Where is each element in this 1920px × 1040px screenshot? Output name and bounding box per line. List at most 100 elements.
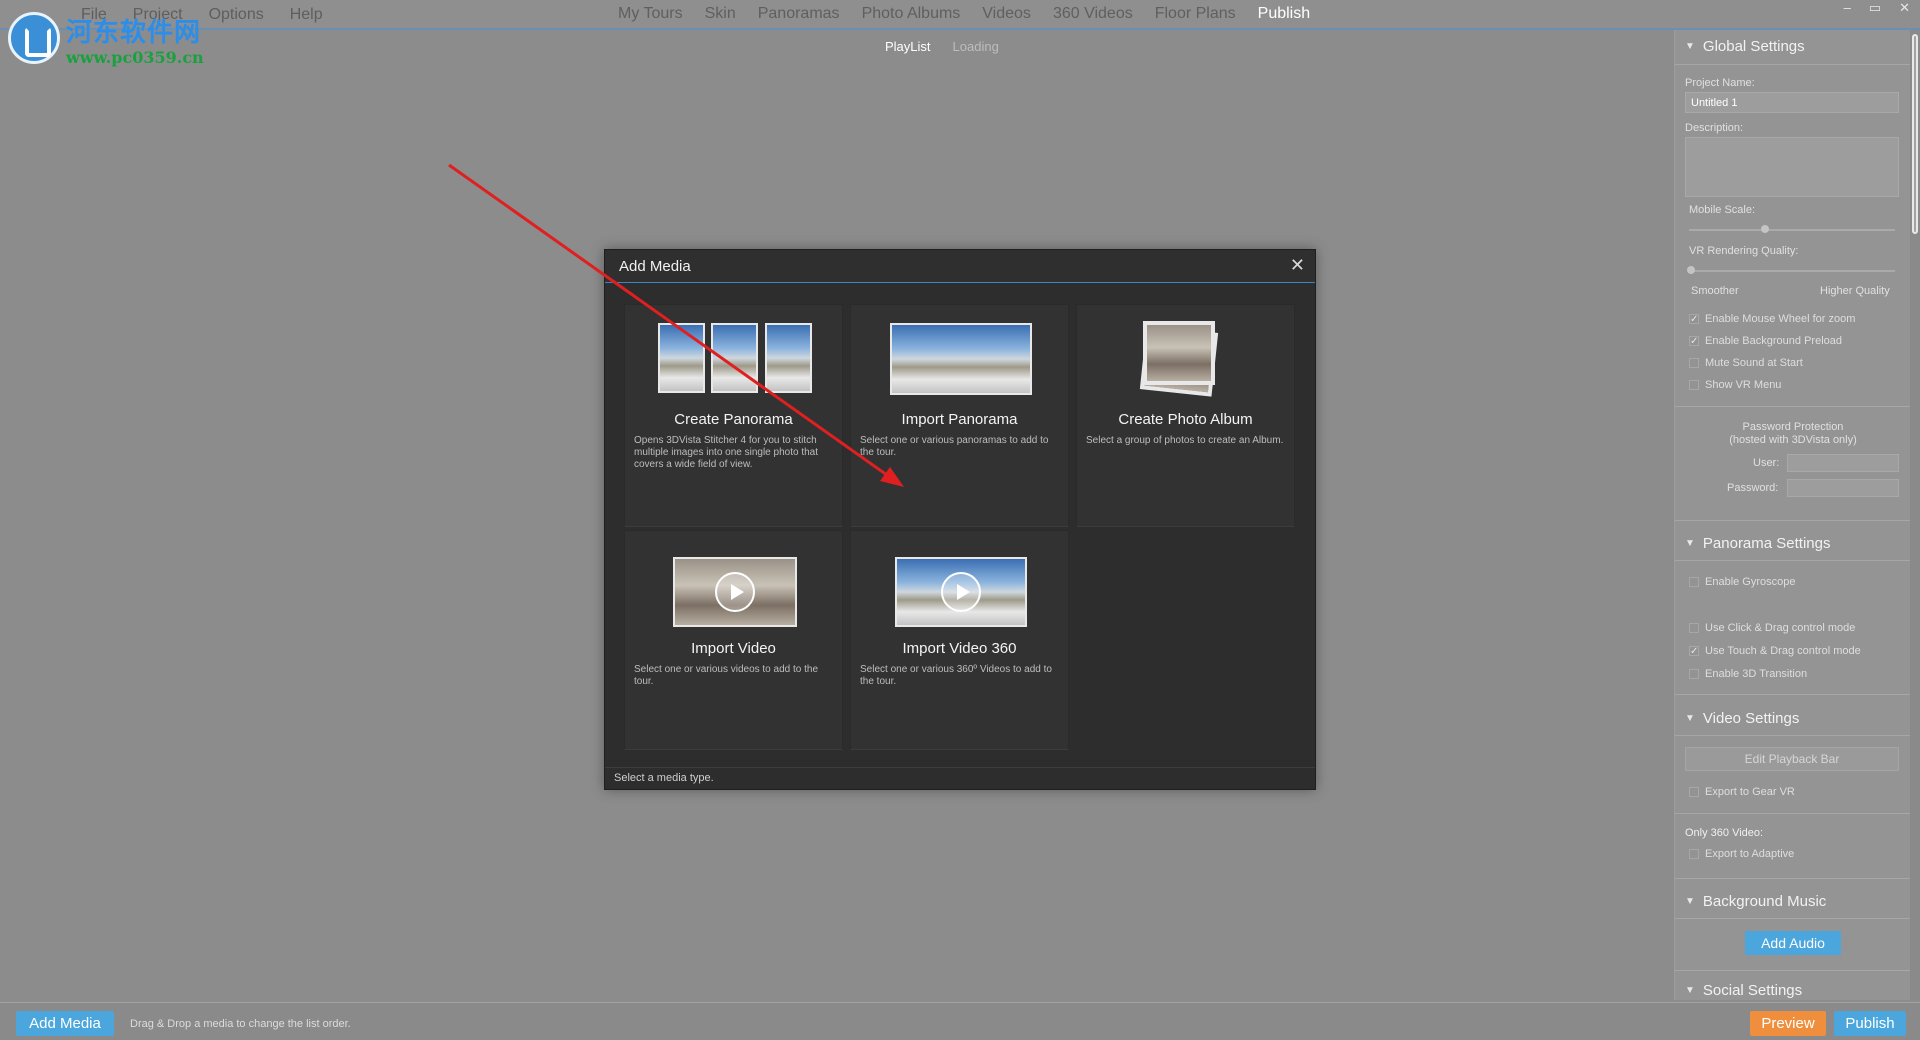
drag-drop-hint: Drag & Drop a media to change the list o…	[130, 1018, 351, 1030]
tab-photo-albums[interactable]: Photo Albums	[862, 5, 961, 23]
tile-create-panorama[interactable]: Create Panorama Opens 3DVista Stitcher 4…	[624, 304, 843, 527]
checkbox-icon[interactable]	[1689, 577, 1699, 587]
checkbox-3d-transition[interactable]: Enable 3D Transition	[1689, 668, 1807, 680]
close-window-icon[interactable]: ✕	[1899, 0, 1910, 16]
edit-playback-bar-button[interactable]: Edit Playback Bar	[1685, 747, 1899, 771]
checkbox-icon[interactable]	[1689, 849, 1699, 859]
divider	[1675, 406, 1911, 407]
checkbox-icon[interactable]	[1689, 787, 1699, 797]
checkbox-show-vr-menu[interactable]: Show VR Menu	[1689, 379, 1781, 391]
tile-title: Create Photo Album	[1118, 411, 1253, 428]
tile-title: Import Video	[691, 640, 776, 657]
minimize-icon[interactable]: –	[1844, 0, 1851, 16]
video-settings-header[interactable]: ▼ Video Settings	[1685, 710, 1799, 727]
panorama-image	[711, 323, 758, 393]
user-field[interactable]	[1787, 454, 1899, 472]
tab-publish[interactable]: Publish	[1258, 5, 1310, 23]
divider	[1675, 970, 1911, 971]
settings-panel: ▼ Global Settings Project Name: Untitled…	[1674, 30, 1911, 1000]
section-tabs: My Tours Skin Panoramas Photo Albums Vid…	[618, 5, 1310, 23]
preview-button[interactable]: Preview	[1750, 1011, 1826, 1036]
add-audio-button[interactable]: Add Audio	[1745, 931, 1841, 955]
tab-360-videos[interactable]: 360 Videos	[1053, 5, 1133, 23]
tile-create-photo-album[interactable]: Create Photo Album Select a group of pho…	[1076, 304, 1295, 527]
password-label: Password:	[1727, 482, 1779, 494]
slider-knob[interactable]	[1761, 225, 1769, 233]
tile-description: Select a group of photos to create an Al…	[1086, 435, 1284, 446]
divider	[1675, 735, 1911, 736]
divider	[1675, 560, 1911, 561]
tile-title: Import Panorama	[901, 411, 1018, 428]
checkbox-background-preload[interactable]: ✓ Enable Background Preload	[1689, 335, 1842, 347]
description-field[interactable]	[1685, 137, 1899, 197]
panorama-settings-header[interactable]: ▼ Panorama Settings	[1685, 535, 1830, 552]
only-360-label: Only 360 Video:	[1685, 827, 1764, 839]
checkbox-touch-drag[interactable]: ✓ Use Touch & Drag control mode	[1689, 645, 1861, 657]
play-360-icon	[941, 572, 981, 612]
checkbox-export-adaptive[interactable]: Export to Adaptive	[1689, 848, 1794, 860]
divider	[1675, 878, 1911, 879]
watermark-title: 河东软件网	[66, 18, 202, 48]
background-music-header[interactable]: ▼ Background Music	[1685, 893, 1826, 910]
playlist-subtabs: PlayList Loading	[885, 39, 999, 54]
dialog-title: Add Media	[619, 258, 691, 275]
checkbox-icon[interactable]	[1689, 623, 1699, 633]
watermark-logo-icon	[8, 12, 60, 64]
divider	[1675, 520, 1911, 521]
higher-quality-label: Higher Quality	[1820, 285, 1890, 297]
checkbox-click-drag[interactable]: Use Click & Drag control mode	[1689, 622, 1855, 634]
menu-help[interactable]: Help	[290, 6, 323, 24]
tab-my-tours[interactable]: My Tours	[618, 5, 683, 23]
hosted-note: (hosted with 3DVista only)	[1729, 434, 1857, 446]
tile-import-video-360[interactable]: Import Video 360 Select one or various 3…	[850, 530, 1069, 750]
slider-knob[interactable]	[1687, 266, 1695, 274]
menu-accent-line	[0, 28, 1920, 30]
checkbox-icon[interactable]: ✓	[1689, 336, 1699, 347]
play-icon	[715, 572, 755, 612]
tab-playlist[interactable]: PlayList	[885, 39, 931, 54]
scrollbar-thumb[interactable]	[1912, 34, 1918, 234]
collapse-triangle-icon: ▼	[1685, 713, 1695, 724]
settings-scrollbar[interactable]	[1910, 30, 1920, 1000]
tile-import-panorama[interactable]: Import Panorama Select one or various pa…	[850, 304, 1069, 527]
watermark-logo: 河东软件网 www.pc0359.cn	[4, 2, 204, 67]
checkbox-icon[interactable]: ✓	[1689, 646, 1699, 657]
vr-quality-slider[interactable]	[1687, 266, 1895, 274]
tile-title: Create Panorama	[674, 411, 793, 428]
tile-description: Select one or various 360º Videos to add…	[860, 664, 1052, 687]
menu-options[interactable]: Options	[209, 6, 264, 24]
video-thumbnail	[673, 557, 797, 627]
publish-button[interactable]: Publish	[1834, 1011, 1906, 1036]
password-field[interactable]	[1787, 479, 1899, 497]
mobile-scale-label: Mobile Scale:	[1689, 204, 1756, 216]
tile-description: Select one or various panoramas to add t…	[860, 435, 1049, 458]
checkbox-mute-sound[interactable]: Mute Sound at Start	[1689, 357, 1803, 369]
global-settings-header[interactable]: ▼ Global Settings	[1685, 38, 1805, 55]
tab-videos[interactable]: Videos	[982, 5, 1031, 23]
tab-floor-plans[interactable]: Floor Plans	[1155, 5, 1236, 23]
panorama-image	[890, 323, 1032, 395]
project-name-label: Project Name:	[1685, 77, 1755, 89]
password-protection-label: Password Protection	[1742, 421, 1844, 433]
checkbox-icon[interactable]	[1689, 669, 1699, 679]
checkbox-export-gear-vr[interactable]: Export to Gear VR	[1689, 786, 1795, 798]
divider	[1675, 64, 1911, 65]
add-media-button[interactable]: Add Media	[16, 1011, 114, 1036]
social-settings-header[interactable]: ▼ Social Settings	[1685, 982, 1802, 999]
tab-panoramas[interactable]: Panoramas	[758, 5, 840, 23]
project-name-field[interactable]: Untitled 1	[1685, 92, 1899, 113]
checkbox-icon[interactable]	[1689, 358, 1699, 368]
tab-skin[interactable]: Skin	[705, 5, 736, 23]
checkbox-gyroscope[interactable]: Enable Gyroscope	[1689, 576, 1796, 588]
checkbox-icon[interactable]	[1689, 380, 1699, 390]
mobile-scale-slider[interactable]	[1689, 225, 1895, 233]
restore-icon[interactable]: ▭	[1869, 0, 1881, 16]
close-icon[interactable]: ✕	[1290, 255, 1305, 276]
checkbox-icon[interactable]: ✓	[1689, 314, 1699, 325]
description-label: Description:	[1685, 122, 1744, 134]
tile-import-video[interactable]: Import Video Select one or various video…	[624, 530, 843, 750]
tab-loading[interactable]: Loading	[953, 39, 999, 54]
tile-description: Select one or various videos to add to t…	[634, 664, 819, 687]
checkbox-mouse-wheel[interactable]: ✓ Enable Mouse Wheel for zoom	[1689, 313, 1855, 325]
dialog-status-text: Select a media type.	[614, 772, 714, 784]
